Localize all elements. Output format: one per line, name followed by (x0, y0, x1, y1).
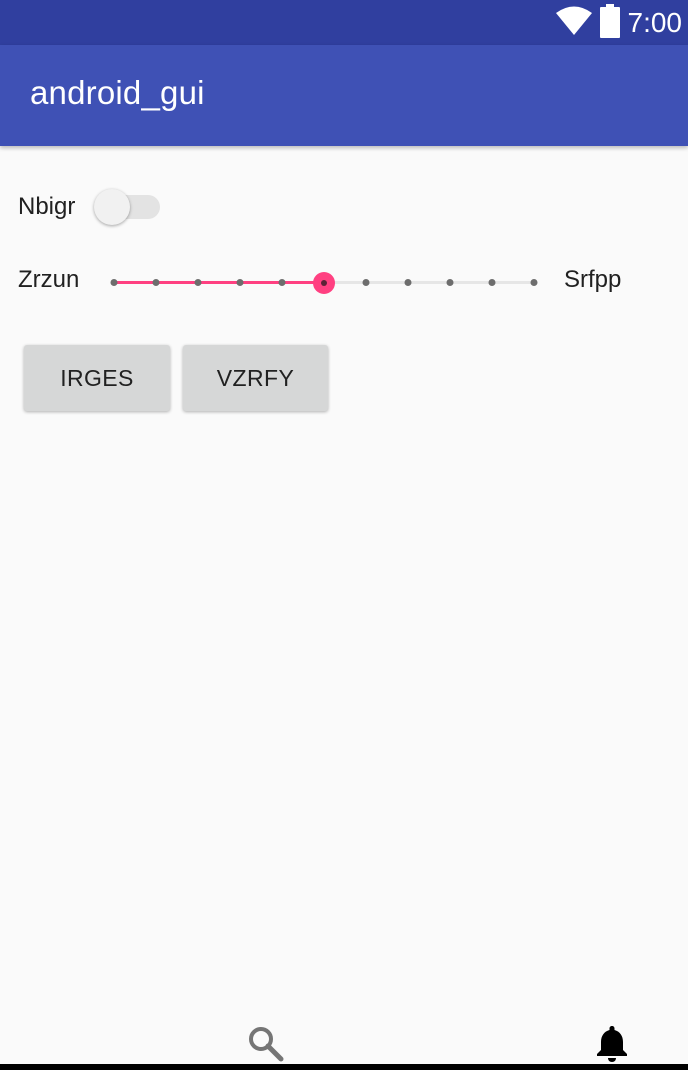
wifi-icon (555, 6, 592, 40)
slider-right-label: Srfpp (564, 266, 622, 293)
switch-row: Nbigr (18, 185, 318, 229)
battery-icon (599, 3, 620, 42)
status-icons: 7:00 (555, 0, 683, 45)
slider-tick (362, 279, 370, 286)
app-bar: android_gui (0, 45, 688, 146)
nbigr-switch[interactable] (94, 189, 160, 225)
slider-track-fill (114, 281, 324, 284)
bottom-edge (0, 1064, 688, 1070)
switch-label: Nbigr (18, 193, 76, 220)
slider-left-label: Zrzun (18, 266, 80, 293)
slider-tick (488, 279, 496, 286)
slider-tick (278, 279, 286, 286)
switch-thumb[interactable] (94, 189, 130, 225)
app-title: android_gui (30, 74, 205, 111)
slider-tick (152, 279, 160, 286)
slider-tick (194, 279, 202, 286)
slider-row: Zrzun Srfpp (18, 262, 678, 302)
slider-tick (404, 279, 412, 286)
search-icon[interactable] (246, 1024, 286, 1064)
irges-button[interactable]: IRGES (24, 345, 170, 411)
bell-icon[interactable] (592, 1024, 632, 1064)
slider-tick (446, 279, 454, 286)
vzrfy-button[interactable]: VZRFY (183, 345, 328, 411)
status-time: 7:00 (627, 7, 683, 38)
slider-tick (110, 279, 118, 286)
bottom-nav (0, 1012, 688, 1070)
status-bar: 7:00 (0, 0, 688, 45)
slider-thumb[interactable] (313, 272, 335, 294)
slider-tick (236, 279, 244, 286)
slider-tick (530, 279, 538, 286)
discrete-slider[interactable] (110, 262, 538, 302)
